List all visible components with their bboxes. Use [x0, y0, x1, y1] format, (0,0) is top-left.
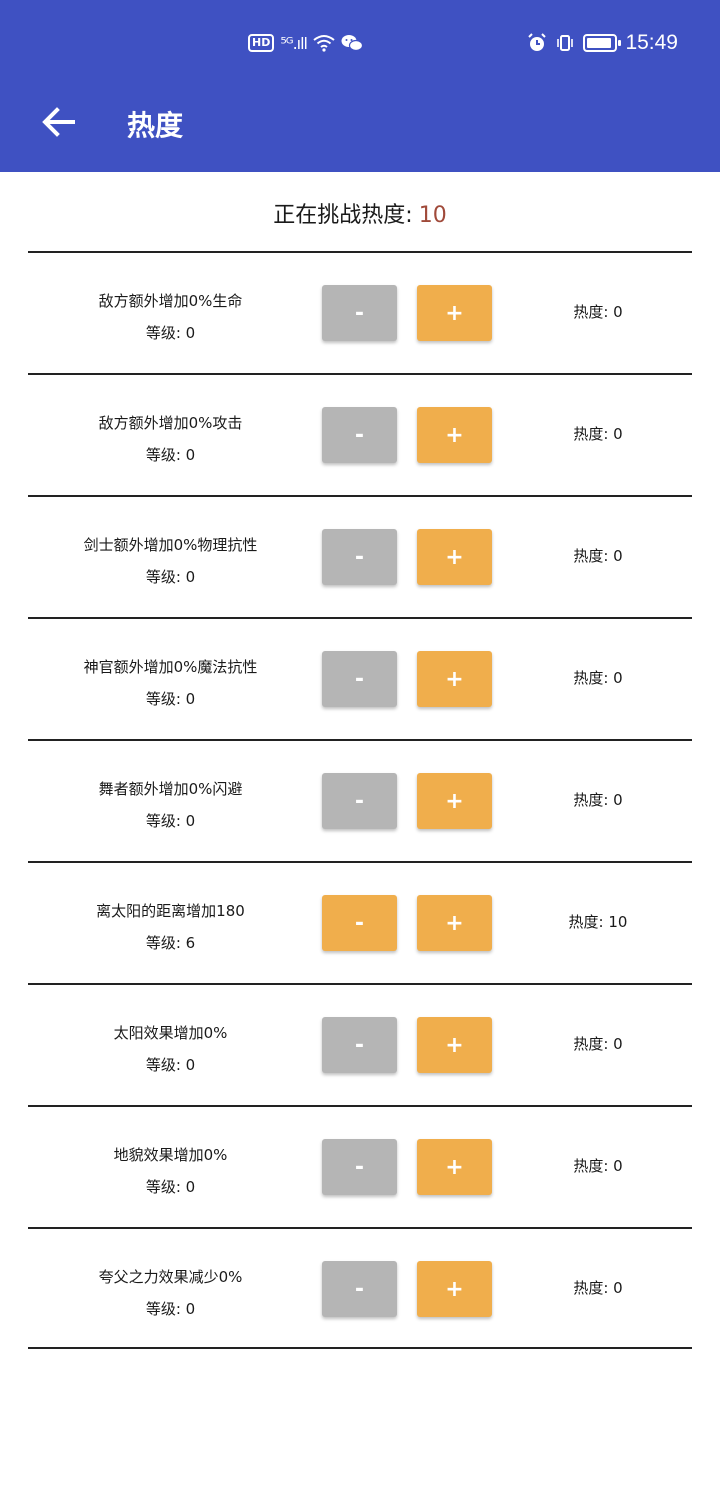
modifier-heat: 热度: 0 [573, 303, 623, 321]
increase-button[interactable]: + [417, 407, 492, 463]
modifier-name: 太阳效果增加0% [113, 1024, 228, 1042]
modifier-name: 敌方额外增加0%攻击 [98, 414, 243, 432]
status-bar-right: 15:49 [527, 28, 678, 58]
increase-button[interactable]: + [417, 1017, 492, 1073]
decrease-button[interactable]: - [322, 529, 397, 585]
modifier-heat: 热度: 0 [573, 425, 623, 443]
modifier-level: 等级: 0 [145, 690, 196, 708]
modifier-heat: 热度: 10 [568, 913, 628, 931]
modifier-row: 神官额外增加0%魔法抗性 等级: 0 - + 热度: 0 [28, 617, 692, 739]
modifier-heat: 热度: 0 [573, 669, 623, 687]
modifier-info: 地貌效果增加0% 等级: 0 [28, 1139, 313, 1203]
page-title: 热度 [127, 109, 184, 142]
decrease-button[interactable]: - [322, 1139, 397, 1195]
modifier-name: 离太阳的距离增加180 [96, 902, 245, 920]
modifier-heat: 热度: 0 [573, 791, 623, 809]
modifier-name: 剑士额外增加0%物理抗性 [83, 536, 258, 554]
decrease-button[interactable]: - [322, 651, 397, 707]
app-bar: HD ⁵ᴳ.ıll 15:49 热度 [0, 0, 720, 172]
modifier-level: 等级: 0 [145, 568, 196, 586]
modifier-level: 等级: 0 [145, 812, 196, 830]
challenge-label: 正在挑战热度: [273, 203, 413, 228]
decrease-button[interactable]: - [322, 1261, 397, 1317]
modifier-info: 敌方额外增加0%生命 等级: 0 [28, 285, 313, 349]
increase-button[interactable]: + [417, 651, 492, 707]
modifier-level: 等级: 0 [145, 1056, 196, 1074]
modifier-level: 等级: 0 [145, 1178, 196, 1196]
modifier-info: 夸父之力效果减少0% 等级: 0 [28, 1261, 313, 1325]
increase-button[interactable]: + [417, 895, 492, 951]
modifier-name: 神官额外增加0%魔法抗性 [83, 658, 258, 676]
modifier-name: 敌方额外增加0%生命 [98, 292, 243, 310]
modifier-info: 敌方额外增加0%攻击 等级: 0 [28, 407, 313, 471]
modifier-heat: 热度: 0 [573, 1157, 623, 1175]
modifier-level: 等级: 0 [145, 446, 196, 464]
modifier-row: 夸父之力效果减少0% 等级: 0 - + 热度: 0 [28, 1227, 692, 1349]
modifier-row: 敌方额外增加0%攻击 等级: 0 - + 热度: 0 [28, 373, 692, 495]
modifier-heat: 热度: 0 [573, 1279, 623, 1297]
modifier-name: 舞者额外增加0%闪避 [98, 780, 243, 798]
modifier-level: 等级: 0 [145, 1300, 196, 1318]
modifier-info: 神官额外增加0%魔法抗性 等级: 0 [28, 651, 313, 715]
alarm-icon [528, 33, 547, 51]
modifier-row: 太阳效果增加0% 等级: 0 - + 热度: 0 [28, 983, 692, 1105]
modifier-info: 舞者额外增加0%闪避 等级: 0 [28, 773, 313, 837]
increase-button[interactable]: + [417, 1139, 492, 1195]
modifier-info: 太阳效果增加0% 等级: 0 [28, 1017, 313, 1081]
modifier-row: 舞者额外增加0%闪避 等级: 0 - + 热度: 0 [28, 739, 692, 861]
modifier-level: 等级: 0 [145, 324, 196, 342]
modifier-row: 剑士额外增加0%物理抗性 等级: 0 - + 热度: 0 [28, 495, 692, 617]
increase-button[interactable]: + [417, 285, 492, 341]
increase-button[interactable]: + [417, 529, 492, 585]
decrease-button[interactable]: - [322, 1017, 397, 1073]
current-challenge-heat: 正在挑战热度: 10 [0, 197, 720, 229]
increase-button[interactable]: + [417, 773, 492, 829]
modifier-row: 敌方额外增加0%生命 等级: 0 - + 热度: 0 [28, 251, 692, 373]
increase-button[interactable]: + [417, 1261, 492, 1317]
decrease-button[interactable]: - [322, 407, 397, 463]
modifier-list: 敌方额外增加0%生命 等级: 0 - + 热度: 0 敌方额外增加0%攻击 等级… [28, 251, 692, 1349]
wechat-icon [341, 35, 363, 52]
modifier-heat: 热度: 0 [573, 1035, 623, 1053]
modifier-info: 离太阳的距离增加180 等级: 6 [28, 895, 313, 959]
modifier-row: 地貌效果增加0% 等级: 0 - + 热度: 0 [28, 1105, 692, 1227]
modifier-heat: 热度: 0 [573, 547, 623, 565]
modifier-name: 地貌效果增加0% [113, 1146, 228, 1164]
battery-icon [583, 34, 622, 52]
challenge-value: 10 [418, 203, 447, 228]
modifier-level: 等级: 6 [145, 934, 196, 952]
decrease-button[interactable]: - [322, 285, 397, 341]
5g-signal-icon: ⁵ᴳ.ıll [280, 33, 308, 53]
modifier-name: 夸父之力效果减少0% [98, 1268, 243, 1286]
decrease-button[interactable]: - [322, 895, 397, 951]
back-button[interactable] [36, 100, 80, 144]
decrease-button[interactable]: - [322, 773, 397, 829]
arrow-left-icon [42, 107, 75, 137]
vibrate-icon [557, 35, 574, 51]
status-time: 15:49 [625, 31, 678, 54]
wifi-icon [313, 35, 335, 52]
hd-icon: HD [248, 34, 275, 52]
modifier-info: 剑士额外增加0%物理抗性 等级: 0 [28, 529, 313, 593]
modifier-row: 离太阳的距离增加180 等级: 6 - + 热度: 10 [28, 861, 692, 983]
status-bar-left: HD ⁵ᴳ.ıll [248, 28, 363, 58]
